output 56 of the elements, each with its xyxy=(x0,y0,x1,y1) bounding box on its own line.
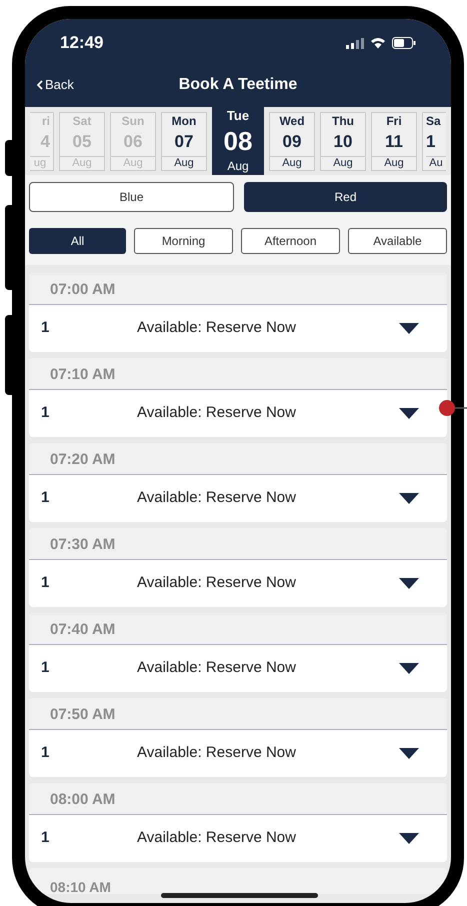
caret-down-icon[interactable] xyxy=(399,492,419,504)
caret-down-icon[interactable] xyxy=(399,832,419,844)
slot-row[interactable]: 1 Available: Reserve Now xyxy=(29,475,447,522)
date-tab[interactable]: Mon 07 Aug xyxy=(161,112,207,171)
chevron-left-icon xyxy=(37,80,43,90)
caret-down-icon[interactable] xyxy=(399,662,419,674)
date-tab[interactable]: Wed 09 Aug xyxy=(269,112,315,171)
player-count: 1 xyxy=(41,403,50,424)
slot-time: 07:40 AM xyxy=(50,620,116,640)
date-tab[interactable]: Tue 08 Aug xyxy=(212,107,264,175)
caret-down-icon[interactable] xyxy=(399,322,419,334)
slot-status: Available: Reserve Now xyxy=(137,828,297,848)
caret-down-icon[interactable] xyxy=(399,578,419,590)
slot-time: 07:10 AM xyxy=(50,364,116,384)
screen-title: Book A Teetime xyxy=(178,75,298,95)
slot-time: 07:20 AM xyxy=(50,450,116,470)
annotation-marker xyxy=(437,398,467,418)
slot-status: Available: Reserve Now xyxy=(137,743,297,764)
slot-time: 08:00 AM xyxy=(50,790,116,810)
caret-down-icon[interactable] xyxy=(399,408,419,420)
caret-down-icon[interactable] xyxy=(399,748,419,760)
slot-status: Available: Reserve Now xyxy=(137,318,297,338)
slot-time: 08:10 AM xyxy=(50,880,111,894)
player-count: 1 xyxy=(41,743,50,764)
date-tab[interactable]: Fri 11 Aug xyxy=(371,112,417,171)
player-count: 1 xyxy=(41,573,50,594)
slot-status: Available: Reserve Now xyxy=(137,488,297,508)
date-tab[interactable]: Thu 10 Aug xyxy=(320,112,366,171)
slot-status: Available: Reserve Now xyxy=(137,658,297,678)
slot-time: 07:00 AM xyxy=(50,280,116,300)
battery-icon xyxy=(392,37,416,49)
player-count: 1 xyxy=(41,828,50,848)
filter-tab[interactable]: All xyxy=(29,228,126,254)
course-toggle[interactable]: Red xyxy=(244,182,447,212)
course-toggle[interactable]: Blue xyxy=(29,182,234,212)
slot-status: Available: Reserve Now xyxy=(137,573,297,594)
player-count: 1 xyxy=(41,658,50,678)
slot-row[interactable]: 1 Available: Reserve Now xyxy=(29,730,447,777)
filter-tab[interactable]: Morning xyxy=(134,228,233,254)
filter-tab[interactable]: Available xyxy=(348,228,447,254)
filter-tab[interactable]: Afternoon xyxy=(241,228,340,254)
signal-icon xyxy=(346,38,364,48)
player-count: 1 xyxy=(41,488,50,508)
player-count: 1 xyxy=(41,318,50,338)
date-tab[interactable]: Sa 1 Au xyxy=(422,112,446,171)
slot-row[interactable]: 1 Available: Reserve Now xyxy=(29,390,447,437)
slot-status: Available: Reserve Now xyxy=(137,403,297,424)
slot-time: 07:50 AM xyxy=(50,704,116,724)
wifi-icon xyxy=(370,37,386,49)
slot-time: 07:30 AM xyxy=(50,534,116,554)
slot-row[interactable]: 1 Available: Reserve Now xyxy=(29,305,447,352)
status-time: 12:49 xyxy=(60,32,104,54)
slot-row[interactable]: 1 Available: Reserve Now xyxy=(29,560,447,607)
slot-row[interactable]: 1 Available: Reserve Now xyxy=(29,645,447,692)
slot-row[interactable]: 1 Available: Reserve Now xyxy=(29,815,447,862)
back-button[interactable]: Back xyxy=(37,75,74,95)
